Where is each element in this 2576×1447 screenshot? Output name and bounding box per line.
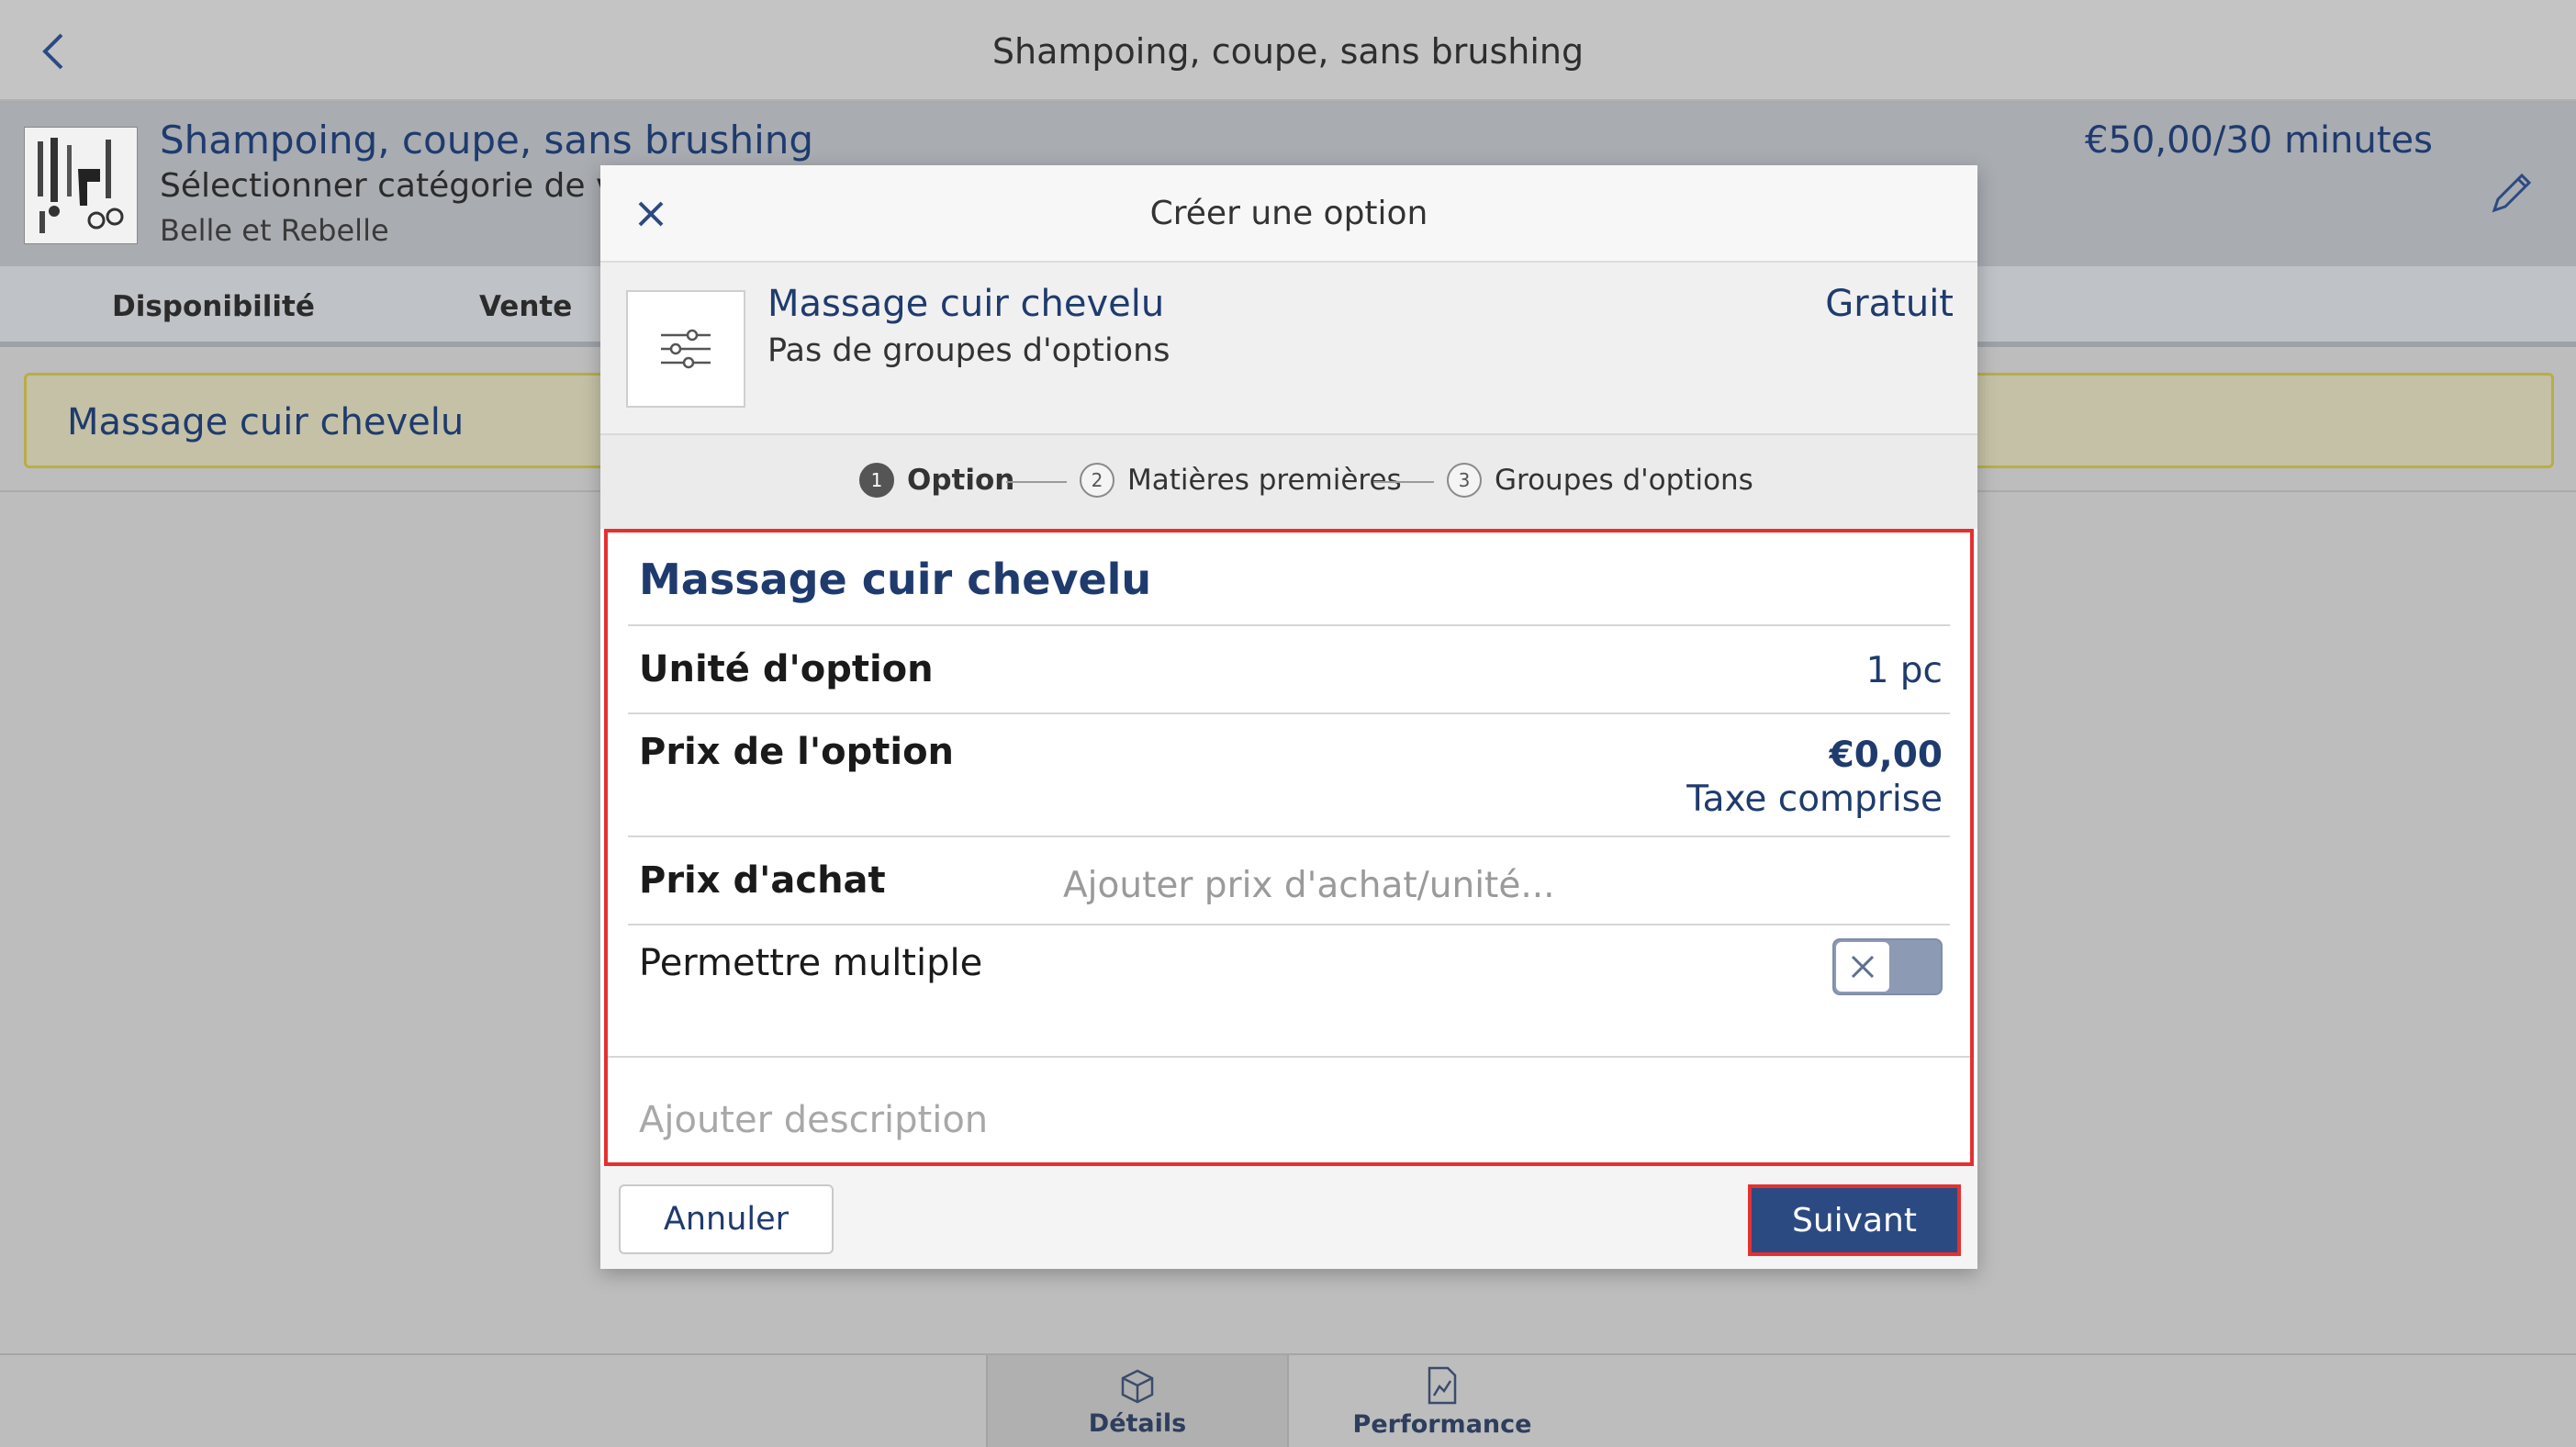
nav-performance-label: Performance	[1352, 1409, 1532, 1439]
step-connector	[1006, 481, 1067, 483]
step-label: Matières premières	[1127, 464, 1402, 497]
cancel-button[interactable]: Annuler	[619, 1184, 834, 1254]
option-image[interactable]	[626, 290, 745, 408]
option-price-label: Prix de l'option	[639, 731, 955, 773]
option-summary-subtitle: Pas de groupes d'options	[767, 332, 1170, 369]
option-price-value[interactable]: €0,00	[1830, 735, 1943, 776]
close-icon	[1851, 955, 1875, 979]
step-number: 2	[1080, 463, 1114, 498]
nav-performance[interactable]: Performance	[1291, 1355, 1594, 1447]
step-label: Groupes d'options	[1495, 464, 1753, 497]
option-summary: Massage cuir chevelu Pas de groupes d'op…	[600, 263, 1977, 433]
divider	[628, 924, 1950, 925]
option-summary-price: Gratuit	[1825, 283, 1954, 325]
option-form: Massage cuir chevelu Unité d'option 1 pc…	[604, 529, 1974, 1166]
sliders-icon	[661, 329, 711, 369]
service-name: Shampoing, coupe, sans brushing	[160, 118, 814, 163]
tab-sale[interactable]: Vente	[479, 290, 572, 323]
step-raw-materials: 2 Matières premières	[1080, 463, 1402, 498]
dialog-title: Créer une option	[1149, 195, 1428, 232]
divider	[628, 712, 1950, 714]
step-label: Option	[907, 464, 1015, 497]
page-title: Shampoing, coupe, sans brushing	[991, 31, 1585, 72]
tab-availability[interactable]: Disponibilité	[112, 290, 315, 323]
step-option-groups: 3 Groupes d'options	[1447, 463, 1753, 498]
dialog-footer: Annuler Suivant	[600, 1166, 1977, 1269]
option-unit-label: Unité d'option	[639, 648, 934, 690]
description-input[interactable]	[639, 1093, 1943, 1148]
step-number: 3	[1447, 463, 1482, 498]
purchase-price-input[interactable]	[1063, 858, 1944, 913]
box-icon	[1121, 1369, 1154, 1403]
chart-document-icon	[1428, 1366, 1457, 1404]
progress-stepper: 1 Option 2 Matières premières 3 Groupes …	[600, 433, 1977, 529]
allow-multiple-toggle[interactable]	[1832, 938, 1943, 995]
divider	[628, 836, 1950, 837]
service-brand: Belle et Rebelle	[160, 213, 389, 248]
service-price-duration: €50,00/30 minutes	[2085, 119, 2433, 162]
nav-details[interactable]: Détails	[986, 1355, 1289, 1447]
toggle-knob	[1836, 942, 1889, 992]
option-unit-value[interactable]: 1 pc	[1866, 650, 1943, 691]
purchase-price-label: Prix d'achat	[639, 859, 886, 902]
step-option: 1 Option	[859, 463, 1014, 498]
top-bar: Shampoing, coupe, sans brushing	[0, 0, 2576, 101]
divider	[608, 1056, 1970, 1058]
bottom-navigation: Détails Performance	[0, 1353, 2576, 1447]
divider	[628, 624, 1950, 626]
service-thumbnail	[24, 127, 138, 244]
step-number: 1	[859, 463, 894, 498]
hairdressing-tools-icon	[38, 138, 124, 233]
step-connector	[1373, 481, 1434, 483]
pencil-icon	[2492, 173, 2532, 213]
allow-multiple-label: Permettre multiple	[639, 942, 983, 984]
option-summary-name: Massage cuir chevelu	[767, 283, 1165, 325]
nav-details-label: Détails	[1088, 1408, 1187, 1438]
create-option-dialog: Créer une option Massage cuir chevelu Pa…	[600, 165, 1977, 1269]
edit-button[interactable]	[2475, 156, 2548, 230]
option-list-item-label: Massage cuir chevelu	[67, 401, 465, 443]
dialog-header: Créer une option	[600, 165, 1977, 263]
next-button[interactable]: Suivant	[1748, 1184, 1961, 1256]
tax-included-note: Taxe comprise	[1686, 779, 1943, 820]
option-name-title[interactable]: Massage cuir chevelu	[639, 555, 1151, 604]
